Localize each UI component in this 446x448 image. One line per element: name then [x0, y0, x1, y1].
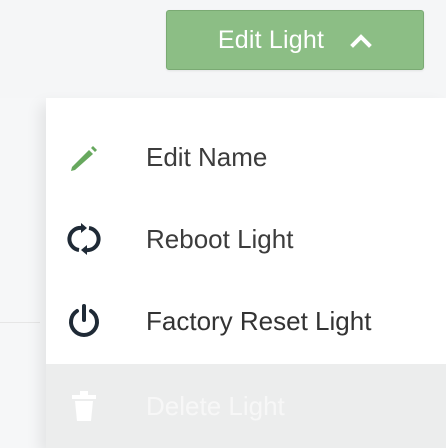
edit-light-button[interactable]: Edit Light: [166, 10, 424, 70]
trash-icon: [64, 386, 104, 426]
menu-item-reboot-light[interactable]: Reboot Light: [46, 198, 446, 280]
menu-item-label: Delete Light: [146, 390, 285, 421]
edit-light-menu: Edit Name Reboot Light Factory Reset Lig…: [46, 98, 446, 448]
menu-item-edit-name[interactable]: Edit Name: [46, 116, 446, 198]
reboot-arrows-icon: [64, 219, 104, 259]
edit-light-label: Edit Light: [217, 25, 325, 54]
pencil-icon: [64, 137, 104, 177]
power-icon: [64, 301, 104, 341]
menu-item-delete-light[interactable]: Delete Light: [46, 364, 446, 448]
menu-item-label: Reboot Light: [146, 223, 294, 254]
menu-item-factory-reset-light[interactable]: Factory Reset Light: [46, 280, 446, 362]
divider-line: [0, 322, 40, 323]
menu-item-label: Edit Name: [146, 141, 268, 172]
menu-item-label: Factory Reset Light: [146, 305, 372, 336]
chevron-up-icon: [350, 32, 372, 48]
